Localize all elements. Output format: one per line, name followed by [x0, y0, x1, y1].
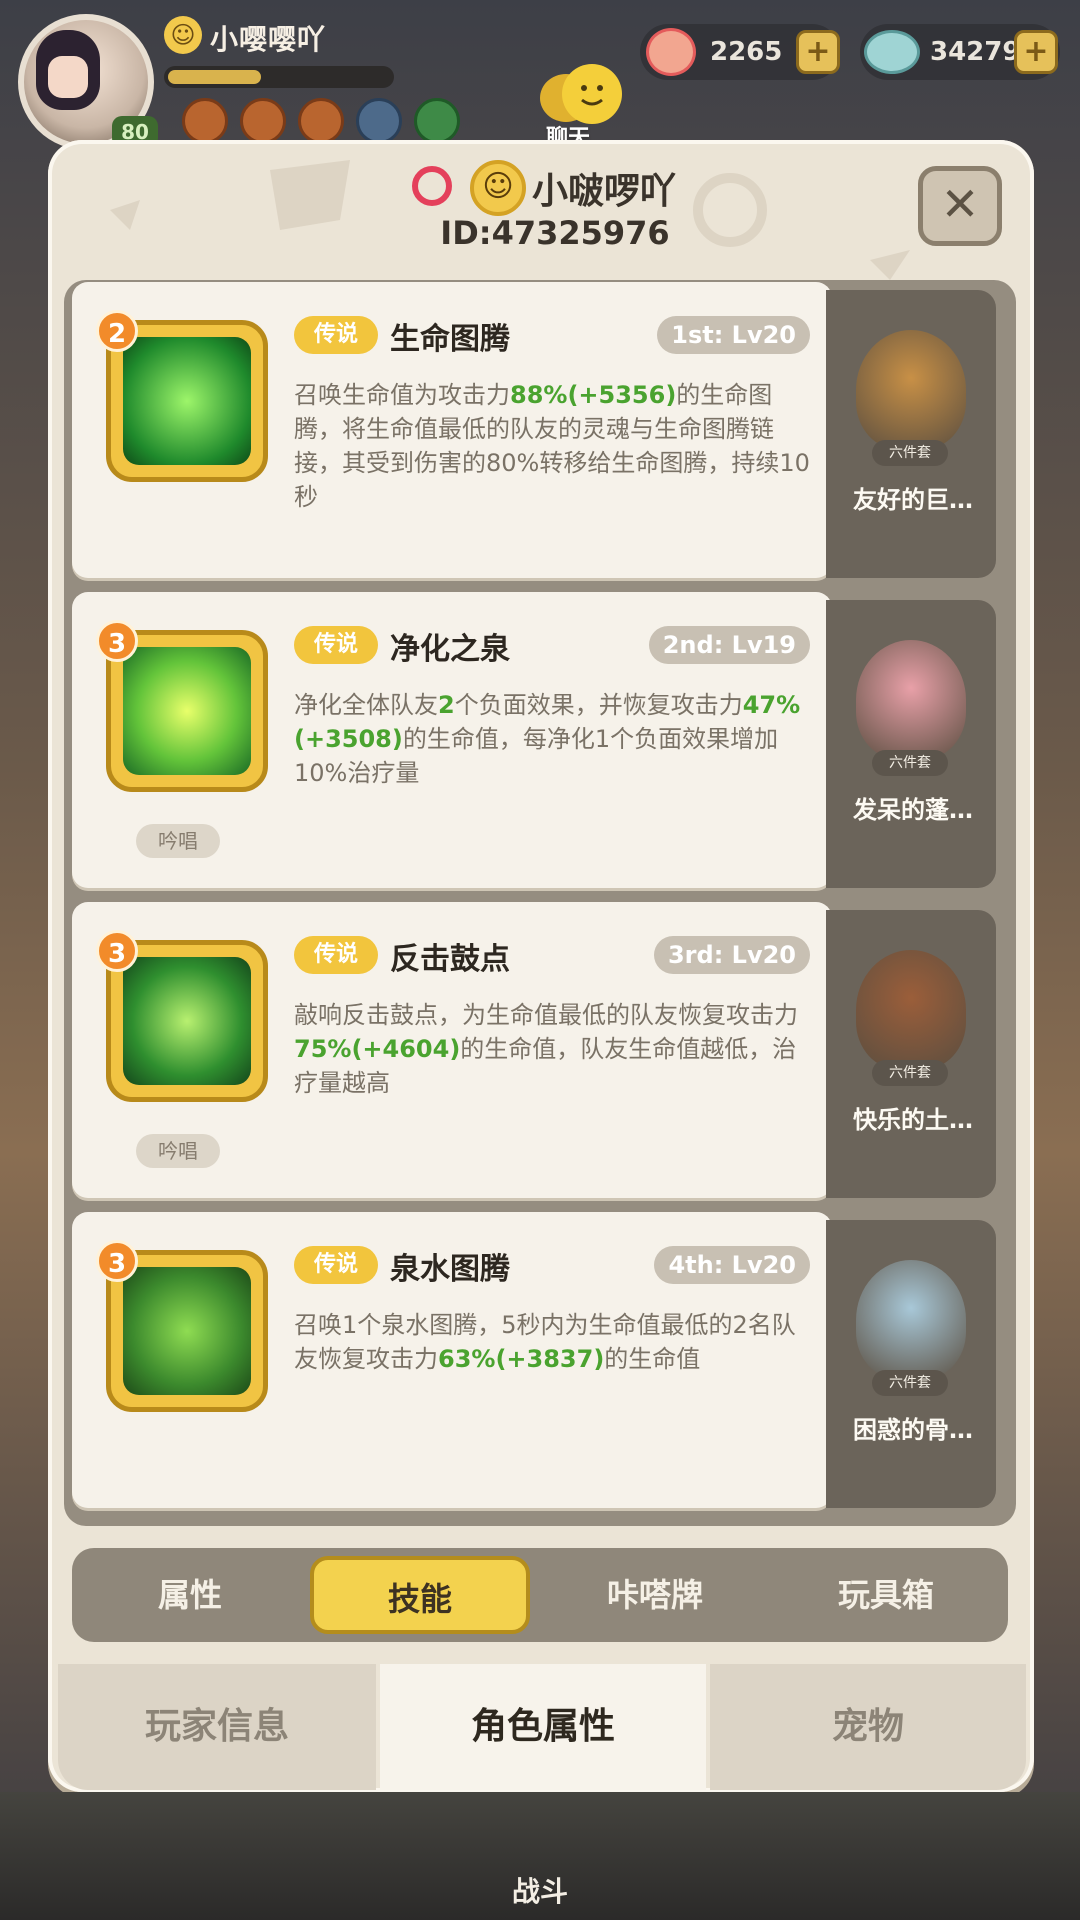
skill-name: 净化之泉 — [390, 632, 510, 667]
key-icon — [412, 166, 452, 206]
skill-icon — [123, 337, 251, 465]
skill-level-pill: 4th: Lv20 — [654, 1246, 810, 1284]
xp-bar-fill — [168, 70, 262, 84]
tab-skills[interactable]: 技能 — [310, 1556, 530, 1634]
skill-icon — [123, 1267, 251, 1395]
shell-currency-icon — [646, 28, 696, 76]
skill-rank-badge: 2 — [96, 310, 138, 352]
pet-set-badge: 六件套 — [872, 1370, 948, 1396]
tab-cards[interactable]: 咔嗒牌 — [545, 1556, 765, 1634]
pet-portrait — [856, 330, 966, 450]
skill-name: 反击鼓点 — [390, 942, 510, 977]
rarity-tag: 传说 — [294, 626, 378, 664]
skill-level-pill: 2nd: Lv19 — [648, 626, 810, 664]
rarity-tag: 传说 — [294, 1246, 378, 1284]
skill-description: 召唤1个泉水图腾，5秒内为生命值最低的2名队友恢复攻击力63%(+3837)的生… — [294, 1311, 796, 1373]
skill-rank-badge: 3 — [96, 1240, 138, 1282]
hud-buff-icons — [182, 98, 460, 144]
pet-slot[interactable]: 六件套快乐的土… — [826, 910, 996, 1198]
tab-pets[interactable]: 宠物 — [710, 1664, 1026, 1790]
add-currency-1-button[interactable]: + — [796, 30, 840, 74]
pet-portrait — [856, 640, 966, 760]
rarity-tag: 传说 — [294, 316, 378, 354]
smile-emblem-icon: ☺ — [164, 16, 202, 54]
rarity-tag: 传说 — [294, 936, 378, 974]
skill-description: 敲响反击鼓点，为生命值最低的队友恢复攻击力75%(+4604)的生命值，队友生命… — [294, 1001, 798, 1097]
buff-icon[interactable] — [298, 98, 344, 144]
skill-level-pill: 3rd: Lv20 — [653, 936, 810, 974]
panel-player-id: ID:47325976 — [440, 214, 670, 252]
chant-tag: 吟唱 — [136, 824, 220, 858]
skill-card[interactable]: 3 传说 净化之泉 2nd: Lv19 净化全体队友2个负面效果，并恢复攻击力47%(+… — [72, 592, 832, 888]
skill-name: 生命图腾 — [390, 322, 510, 357]
avatar-face — [48, 56, 88, 98]
buff-icon[interactable] — [182, 98, 228, 144]
battle-label[interactable]: 战斗 — [500, 1870, 580, 1910]
skill-icon — [123, 647, 251, 775]
skill-level-pill: 1st: Lv20 — [657, 316, 810, 354]
skill-icon — [123, 957, 251, 1085]
gem-currency-icon — [864, 30, 920, 74]
currency-1-value: 2265 — [710, 37, 783, 67]
skill-description: 召唤生命值为攻击力88%(+5356)的生命图腾，将生命值最低的队友的灵魂与生命… — [294, 381, 810, 511]
pet-set-badge: 六件套 — [872, 440, 948, 466]
pet-slot[interactable]: 六件套困惑的骨… — [826, 1220, 996, 1508]
skill-rank-badge: 3 — [96, 620, 138, 662]
pet-portrait — [856, 1260, 966, 1380]
panel-player-name: 小啵啰吖 — [532, 171, 677, 212]
chant-tag: 吟唱 — [136, 1134, 220, 1168]
buff-icon[interactable] — [240, 98, 286, 144]
pet-portrait — [856, 950, 966, 1070]
skill-card[interactable]: 3 传说 反击鼓点 3rd: Lv20 敲响反击鼓点，为生命值最低的队友恢复攻击力75%… — [72, 902, 832, 1198]
player-name: 小嘤嘤吖 — [210, 23, 327, 56]
close-button[interactable]: ✕ — [918, 166, 1002, 246]
buff-icon[interactable] — [356, 98, 402, 144]
pet-set-badge: 六件套 — [872, 1060, 948, 1086]
tab-character-attributes[interactable]: 角色属性 — [380, 1664, 706, 1790]
pet-slot[interactable]: 六件套发呆的蓬… — [826, 600, 996, 888]
pet-name: 快乐的土… — [853, 1106, 973, 1134]
tab-player-info[interactable]: 玩家信息 — [58, 1664, 376, 1790]
skill-description: 净化全体队友2个负面效果，并恢复攻击力47%(+3508)的生命值，每净化1个负… — [294, 691, 801, 787]
pet-name: 发呆的蓬… — [853, 796, 973, 824]
pet-name: 困惑的骨… — [853, 1416, 973, 1444]
skill-name: 泉水图腾 — [390, 1252, 510, 1287]
pet-set-badge: 六件套 — [872, 750, 948, 776]
tab-toybox[interactable]: 玩具箱 — [776, 1556, 996, 1634]
player-emblem-icon: ☺ — [470, 160, 526, 216]
pet-name: 友好的巨… — [853, 486, 973, 514]
buff-icon[interactable] — [414, 98, 460, 144]
pet-slot[interactable]: 六件套友好的巨… — [826, 290, 996, 578]
skill-card[interactable]: 2 传说 生命图腾 1st: Lv20 召唤生命值为攻击力88%(+5356)的生命图腾… — [72, 282, 832, 578]
add-currency-2-button[interactable]: + — [1014, 30, 1058, 74]
skill-rank-badge: 3 — [96, 930, 138, 972]
skill-card[interactable]: 3 传说 泉水图腾 4th: Lv20 召唤1个泉水图腾，5秒内为生命值最低的2名队友恢… — [72, 1212, 832, 1508]
tab-attributes[interactable]: 属性 — [80, 1556, 300, 1634]
